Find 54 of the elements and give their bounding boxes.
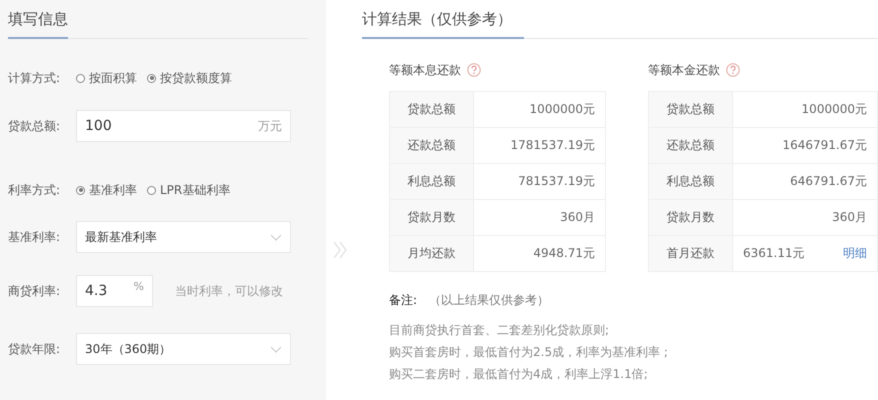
option-label: 按贷款额度算	[160, 70, 232, 86]
chevron-down-icon	[270, 346, 282, 352]
radio-option[interactable]: 基准利率	[76, 182, 137, 198]
option-label: 按面积算	[89, 70, 137, 86]
panel-title: 计算结果（仅供参考）	[362, 10, 524, 39]
base-rate-dropdown[interactable]: 最新基准利率	[76, 221, 291, 253]
note-line: 目前商贷执行首套、二套差别化贷款原则;	[389, 322, 610, 339]
help-icon[interactable]	[467, 63, 481, 77]
double-chevron-icon	[333, 241, 348, 259]
table-cell: 4948.71元	[474, 236, 606, 272]
table-cell: 贷款总额	[648, 92, 732, 128]
table-cell: 贷款月数	[648, 200, 732, 236]
note-text: （以上结果仅供参考）	[429, 292, 550, 309]
cell-value: 6361.11元	[743, 246, 805, 260]
field-label: 贷款年限:	[8, 340, 62, 358]
note-line: 购买二套房时，最低首付为4成，利率上浮1.1倍;	[389, 366, 649, 383]
field-label: 基准利率:	[8, 228, 62, 246]
panel-title: 填写信息	[8, 10, 68, 39]
table-cell: 还款总额	[390, 128, 474, 164]
radio-option[interactable]: 按贷款额度算	[147, 70, 232, 86]
table-cell: 1646791.67元	[732, 128, 878, 164]
table-cell: 利息总额	[648, 164, 732, 200]
table-cell: 360月	[732, 200, 878, 236]
radio-option[interactable]: 按面积算	[76, 70, 137, 86]
table-cell: 360月	[474, 200, 606, 236]
help-icon[interactable]	[726, 63, 740, 77]
table-cell: 1000000元	[474, 92, 606, 128]
table-cell: 贷款总额	[390, 92, 474, 128]
hint-text: 当时利率，可以修改	[175, 282, 283, 300]
table-cell: 利息总额	[390, 164, 474, 200]
table-cell: 月均还款	[390, 236, 474, 272]
loan-term-dropdown[interactable]: 30年（360期）	[76, 333, 291, 365]
field-label: 商贷利率:	[8, 282, 62, 300]
option-label: 基准利率	[89, 182, 137, 198]
section-heading: 等额本金还款	[648, 62, 720, 78]
details-link[interactable]: 明细	[843, 245, 867, 262]
table-cell: 646791.67元	[732, 164, 878, 200]
field-label: 计算方式:	[8, 70, 62, 86]
table-cell: 还款总额	[648, 128, 732, 164]
radio-option[interactable]: LPR基础利率	[147, 182, 230, 198]
table-cell: 1781537.19元	[474, 128, 606, 164]
chevron-down-icon	[270, 234, 282, 240]
table-cell: 1000000元	[732, 92, 878, 128]
section-heading: 等额本息还款	[389, 62, 461, 78]
interest-rate-field[interactable]: 4.3 %	[76, 275, 153, 307]
option-label: LPR基础利率	[160, 182, 230, 198]
table-cell: 贷款月数	[390, 200, 474, 236]
loan-amount-field[interactable]: 100 万元	[76, 110, 291, 142]
field-label: 利率方式:	[8, 182, 62, 198]
table-cell: 781537.19元	[474, 164, 606, 200]
note-label: 备注:	[389, 292, 418, 309]
note-line: 购买首套房时，最低首付为2.5成，利率为基准利率 ;	[389, 344, 669, 361]
field-label: 贷款总额:	[8, 118, 62, 134]
table-cell: 首月还款	[648, 236, 732, 272]
